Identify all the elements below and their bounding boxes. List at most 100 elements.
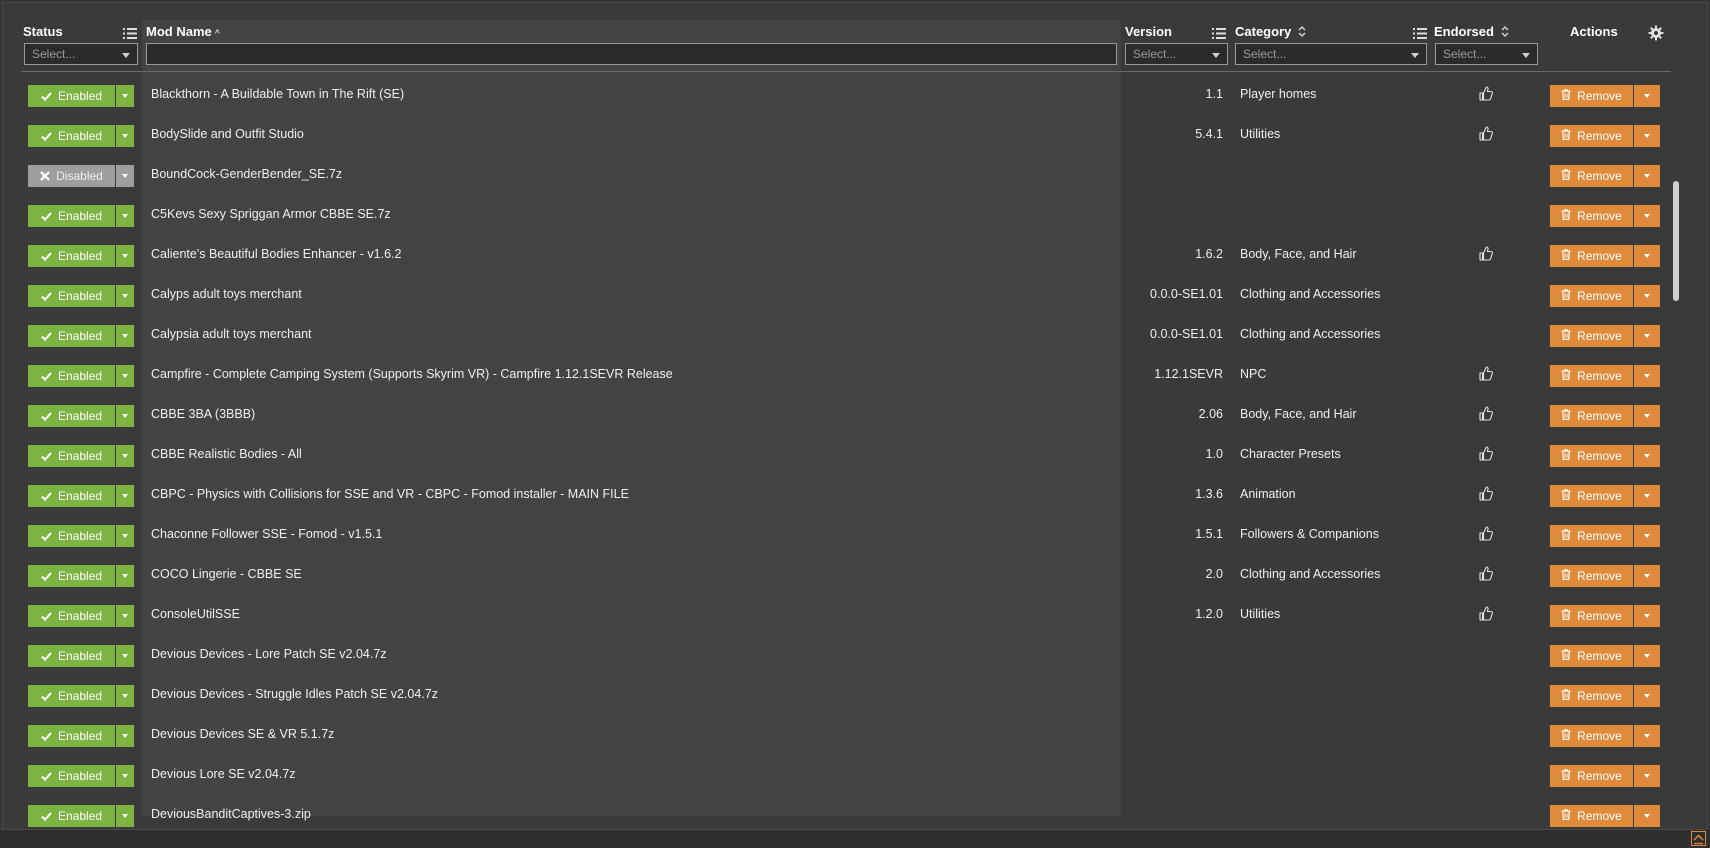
expand-panel-button[interactable] <box>1691 831 1706 846</box>
mod-name[interactable]: CBPC - Physics with Collisions for SSE a… <box>151 487 629 501</box>
status-button[interactable]: Enabled <box>28 405 115 427</box>
endorsed-filter-select[interactable]: Select... <box>1435 43 1538 65</box>
mod-name[interactable]: Devious Devices - Struggle Idles Patch S… <box>151 687 438 701</box>
thumbs-up-icon[interactable] <box>1479 126 1493 141</box>
table-row[interactable]: Enabled Devious Lore SE v2.04.7z Remove <box>3 755 1707 795</box>
mod-name[interactable]: Campfire - Complete Camping System (Supp… <box>151 367 673 381</box>
status-button[interactable]: Enabled <box>28 525 115 547</box>
status-toggle-button[interactable]: Disabled <box>28 165 134 187</box>
table-row[interactable]: Enabled Campfire - Complete Camping Syste… <box>3 355 1707 395</box>
table-row[interactable]: Enabled C5Kevs Sexy Spriggan Armor CBBE S… <box>3 195 1707 235</box>
status-dropdown-button[interactable] <box>116 725 134 747</box>
remove-button-group[interactable]: Remove <box>1550 765 1660 787</box>
remove-dropdown-button[interactable] <box>1634 485 1660 507</box>
remove-dropdown-button[interactable] <box>1634 205 1660 227</box>
remove-dropdown-button[interactable] <box>1634 165 1660 187</box>
thumbs-up-icon[interactable] <box>1479 566 1493 581</box>
table-row[interactable]: Enabled Blackthorn - A Buildable Town in … <box>3 75 1707 115</box>
mod-name[interactable]: C5Kevs Sexy Spriggan Armor CBBE SE.7z <box>151 207 391 221</box>
status-toggle-button[interactable]: Enabled <box>28 365 134 387</box>
table-row[interactable]: Enabled DeviousBanditCaptives-3.zip Remove <box>3 795 1707 829</box>
mod-name[interactable]: COCO Lingerie - CBBE SE <box>151 567 302 581</box>
mod-name[interactable]: CBBE Realistic Bodies - All <box>151 447 302 461</box>
remove-dropdown-button[interactable] <box>1634 645 1660 667</box>
status-toggle-button[interactable]: Enabled <box>28 525 134 547</box>
remove-button[interactable]: Remove <box>1550 405 1633 427</box>
table-row[interactable]: Enabled Calypsia adult toys merchant 0.0.0… <box>3 315 1707 355</box>
table-row[interactable]: Enabled COCO Lingerie - CBBE SE 2.0 Clothin… <box>3 555 1707 595</box>
table-row[interactable]: Enabled Chaconne Follower SSE - Fomod - v… <box>3 515 1707 555</box>
remove-button-group[interactable]: Remove <box>1550 685 1660 707</box>
remove-dropdown-button[interactable] <box>1634 405 1660 427</box>
remove-dropdown-button[interactable] <box>1634 805 1660 827</box>
status-button[interactable]: Enabled <box>28 485 115 507</box>
remove-dropdown-button[interactable] <box>1634 565 1660 587</box>
table-row[interactable]: Enabled Devious Devices - Struggle Idles … <box>3 675 1707 715</box>
header-status[interactable]: Status <box>23 24 63 39</box>
remove-button-group[interactable]: Remove <box>1550 285 1660 307</box>
table-row[interactable]: Enabled ConsoleUtilSSE 1.2.0 Utilities Remov… <box>3 595 1707 635</box>
status-toggle-button[interactable]: Enabled <box>28 205 134 227</box>
status-button[interactable]: Enabled <box>28 285 115 307</box>
status-toggle-button[interactable]: Enabled <box>28 125 134 147</box>
remove-dropdown-button[interactable] <box>1634 605 1660 627</box>
status-filter-select[interactable]: Select... <box>24 43 138 65</box>
status-dropdown-button[interactable] <box>116 245 134 267</box>
status-toggle-button[interactable]: Enabled <box>28 805 134 827</box>
header-version[interactable]: Version <box>1125 24 1172 39</box>
gear-icon[interactable] <box>1648 25 1664 41</box>
header-endorsed[interactable]: Endorsed <box>1434 24 1509 39</box>
mod-name-search-input[interactable] <box>151 45 1112 59</box>
remove-button[interactable]: Remove <box>1550 285 1633 307</box>
remove-dropdown-button[interactable] <box>1634 685 1660 707</box>
remove-button[interactable]: Remove <box>1550 205 1633 227</box>
status-toggle-button[interactable]: Enabled <box>28 765 134 787</box>
status-dropdown-button[interactable] <box>116 605 134 627</box>
status-dropdown-button[interactable] <box>116 525 134 547</box>
remove-button-group[interactable]: Remove <box>1550 445 1660 467</box>
status-button[interactable]: Enabled <box>28 805 115 827</box>
status-button[interactable]: Enabled <box>28 365 115 387</box>
status-toggle-button[interactable]: Enabled <box>28 405 134 427</box>
remove-button-group[interactable]: Remove <box>1550 485 1660 507</box>
remove-button-group[interactable]: Remove <box>1550 805 1660 827</box>
table-row[interactable]: Enabled Caliente's Beautiful Bodies Enhan… <box>3 235 1707 275</box>
mod-name[interactable]: BoundCock-GenderBender_SE.7z <box>151 167 342 181</box>
remove-dropdown-button[interactable] <box>1634 285 1660 307</box>
table-row[interactable]: Enabled CBBE Realistic Bodies - All 1.0 Cha… <box>3 435 1707 475</box>
remove-button[interactable]: Remove <box>1550 125 1633 147</box>
status-toggle-button[interactable]: Enabled <box>28 85 134 107</box>
remove-button-group[interactable]: Remove <box>1550 205 1660 227</box>
status-button[interactable]: Enabled <box>28 85 115 107</box>
status-toggle-button[interactable]: Enabled <box>28 605 134 627</box>
remove-button-group[interactable]: Remove <box>1550 565 1660 587</box>
status-button[interactable]: Enabled <box>28 245 115 267</box>
status-dropdown-button[interactable] <box>116 325 134 347</box>
status-dropdown-button[interactable] <box>116 645 134 667</box>
mod-name[interactable]: Caliente's Beautiful Bodies Enhancer - v… <box>151 247 401 261</box>
status-button[interactable]: Enabled <box>28 725 115 747</box>
remove-button-group[interactable]: Remove <box>1550 365 1660 387</box>
status-dropdown-button[interactable] <box>116 445 134 467</box>
status-toggle-button[interactable]: Enabled <box>28 485 134 507</box>
remove-button-group[interactable]: Remove <box>1550 405 1660 427</box>
status-button[interactable]: Enabled <box>28 565 115 587</box>
table-row[interactable]: Disabled BoundCock-GenderBender_SE.7z Remo… <box>3 155 1707 195</box>
remove-button[interactable]: Remove <box>1550 85 1633 107</box>
status-button[interactable]: Enabled <box>28 125 115 147</box>
remove-button[interactable]: Remove <box>1550 725 1633 747</box>
remove-button[interactable]: Remove <box>1550 765 1633 787</box>
remove-dropdown-button[interactable] <box>1634 765 1660 787</box>
remove-button-group[interactable]: Remove <box>1550 165 1660 187</box>
status-toggle-button[interactable]: Enabled <box>28 285 134 307</box>
status-button[interactable]: Enabled <box>28 685 115 707</box>
status-toggle-button[interactable]: Enabled <box>28 685 134 707</box>
remove-dropdown-button[interactable] <box>1634 445 1660 467</box>
status-dropdown-button[interactable] <box>116 765 134 787</box>
status-dropdown-button[interactable] <box>116 205 134 227</box>
remove-dropdown-button[interactable] <box>1634 365 1660 387</box>
remove-button-group[interactable]: Remove <box>1550 245 1660 267</box>
status-button[interactable]: Enabled <box>28 445 115 467</box>
remove-button-group[interactable]: Remove <box>1550 85 1660 107</box>
header-category[interactable]: Category <box>1235 24 1306 39</box>
